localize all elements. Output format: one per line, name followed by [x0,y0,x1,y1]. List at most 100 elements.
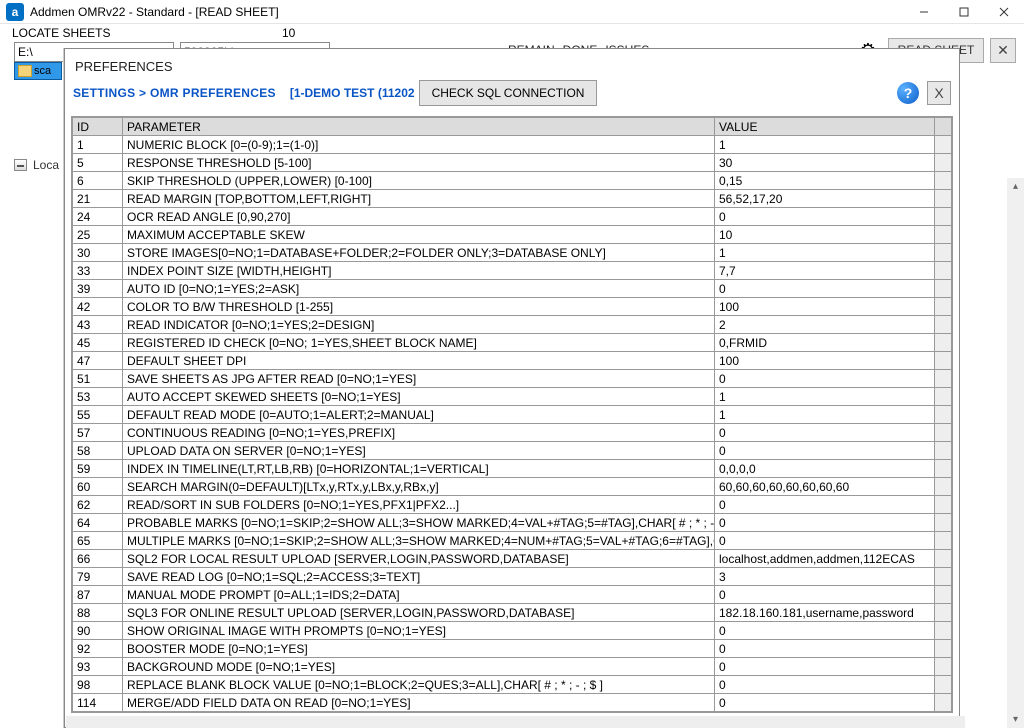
cell-value[interactable]: 1 [715,406,935,424]
maximize-button[interactable] [944,0,984,24]
cell-parameter[interactable]: INDEX POINT SIZE [WIDTH,HEIGHT] [123,262,715,280]
cell-value[interactable]: 56,52,17,20 [715,190,935,208]
cell-value[interactable]: 0,FRMID [715,334,935,352]
cell-parameter[interactable]: DEFAULT READ MODE [0=AUTO;1=ALERT;2=MANU… [123,406,715,424]
cell-id[interactable]: 5 [73,154,123,172]
table-row[interactable]: 65MULTIPLE MARKS [0=NO;1=SKIP;2=SHOW ALL… [73,532,952,550]
cell-id[interactable]: 66 [73,550,123,568]
table-row[interactable]: 30STORE IMAGES[0=NO;1=DATABASE+FOLDER;2=… [73,244,952,262]
breadcrumb[interactable]: SETTINGS > OMR PREFERENCES [73,86,276,100]
cell-value[interactable]: 0 [715,676,935,694]
cell-id[interactable]: 90 [73,622,123,640]
cell-id[interactable]: 79 [73,568,123,586]
cell-id[interactable]: 98 [73,676,123,694]
table-row[interactable]: 21READ MARGIN [TOP,BOTTOM,LEFT,RIGHT]56,… [73,190,952,208]
close-window-button[interactable] [984,0,1024,24]
table-row[interactable]: 42COLOR TO B/W THRESHOLD [1-255]100 [73,298,952,316]
table-row[interactable]: 55DEFAULT READ MODE [0=AUTO;1=ALERT;2=MA… [73,406,952,424]
cell-value[interactable]: 0 [715,280,935,298]
cell-parameter[interactable]: READ/SORT IN SUB FOLDERS [0=NO;1=YES,PFX… [123,496,715,514]
preferences-close-button[interactable]: X [927,81,951,105]
folder-tree-item[interactable]: sca [14,62,62,80]
cell-id[interactable]: 1 [73,136,123,154]
local-tree-item[interactable]: Loca [14,158,59,172]
cell-parameter[interactable]: DEFAULT SHEET DPI [123,352,715,370]
table-row[interactable]: 90SHOW ORIGINAL IMAGE WITH PROMPTS [0=NO… [73,622,952,640]
cell-parameter[interactable]: SHOW ORIGINAL IMAGE WITH PROMPTS [0=NO;1… [123,622,715,640]
cell-parameter[interactable]: MERGE/ADD FIELD DATA ON READ [0=NO;1=YES… [123,694,715,712]
table-row[interactable]: 5RESPONSE THRESHOLD [5-100]30 [73,154,952,172]
grid-vscrollbar[interactable] [935,118,952,136]
cell-value[interactable]: 1 [715,244,935,262]
cell-id[interactable]: 51 [73,370,123,388]
cell-id[interactable]: 24 [73,208,123,226]
cell-parameter[interactable]: REPLACE BLANK BLOCK VALUE [0=NO;1=BLOCK;… [123,676,715,694]
cell-parameter[interactable]: AUTO ID [0=NO;1=YES;2=ASK] [123,280,715,298]
cell-id[interactable]: 33 [73,262,123,280]
cell-value[interactable]: 0 [715,658,935,676]
cell-id[interactable]: 30 [73,244,123,262]
panel-close-button[interactable]: ✕ [990,38,1016,63]
cell-parameter[interactable]: BOOSTER MODE [0=NO;1=YES] [123,640,715,658]
cell-value[interactable]: 0,0,0,0 [715,460,935,478]
cell-id[interactable]: 93 [73,658,123,676]
cell-value[interactable]: 182.18.160.181,username,password [715,604,935,622]
cell-parameter[interactable]: MAXIMUM ACCEPTABLE SKEW [123,226,715,244]
cell-parameter[interactable]: AUTO ACCEPT SKEWED SHEETS [0=NO;1=YES] [123,388,715,406]
cell-id[interactable]: 64 [73,514,123,532]
cell-parameter[interactable]: MANUAL MODE PROMPT [0=ALL;1=IDS;2=DATA] [123,586,715,604]
table-row[interactable]: 64PROBABLE MARKS [0=NO;1=SKIP;2=SHOW ALL… [73,514,952,532]
cell-id[interactable]: 62 [73,496,123,514]
table-row[interactable]: 114MERGE/ADD FIELD DATA ON READ [0=NO;1=… [73,694,952,712]
cell-value[interactable]: 0 [715,586,935,604]
cell-value[interactable]: 0 [715,640,935,658]
cell-value[interactable]: 3 [715,568,935,586]
cell-value[interactable]: 0 [715,514,935,532]
cell-value[interactable]: 0 [715,208,935,226]
cell-id[interactable]: 39 [73,280,123,298]
cell-id[interactable]: 43 [73,316,123,334]
cell-value[interactable]: 0 [715,622,935,640]
table-row[interactable]: 58UPLOAD DATA ON SERVER [0=NO;1=YES]0 [73,442,952,460]
table-row[interactable]: 6SKIP THRESHOLD (UPPER,LOWER) [0-100]0,1… [73,172,952,190]
col-parameter[interactable]: PARAMETER [123,118,715,136]
table-row[interactable]: 53AUTO ACCEPT SKEWED SHEETS [0=NO;1=YES]… [73,388,952,406]
cell-parameter[interactable]: STORE IMAGES[0=NO;1=DATABASE+FOLDER;2=FO… [123,244,715,262]
cell-value[interactable]: 7,7 [715,262,935,280]
cell-value[interactable]: 0 [715,370,935,388]
cell-id[interactable]: 88 [73,604,123,622]
cell-id[interactable]: 53 [73,388,123,406]
cell-id[interactable]: 60 [73,478,123,496]
cell-id[interactable]: 59 [73,460,123,478]
cell-value[interactable]: 2 [715,316,935,334]
main-vscrollbar[interactable]: ▴ ▾ [1007,178,1024,728]
table-row[interactable]: 66SQL2 FOR LOCAL RESULT UPLOAD [SERVER,L… [73,550,952,568]
table-row[interactable]: 79SAVE READ LOG [0=NO;1=SQL;2=ACCESS;3=T… [73,568,952,586]
cell-parameter[interactable]: SKIP THRESHOLD (UPPER,LOWER) [0-100] [123,172,715,190]
table-row[interactable]: 60SEARCH MARGIN(0=DEFAULT)[LTx,y,RTx,y,L… [73,478,952,496]
table-row[interactable]: 59INDEX IN TIMELINE(LT,RT,LB,RB) [0=HORI… [73,460,952,478]
cell-parameter[interactable]: SAVE SHEETS AS JPG AFTER READ [0=NO;1=YE… [123,370,715,388]
cell-value[interactable]: 30 [715,154,935,172]
cell-id[interactable]: 57 [73,424,123,442]
panel-hscrollbar[interactable] [66,716,965,728]
table-row[interactable]: 88SQL3 FOR ONLINE RESULT UPLOAD [SERVER,… [73,604,952,622]
cell-parameter[interactable]: COLOR TO B/W THRESHOLD [1-255] [123,298,715,316]
table-row[interactable]: 24OCR READ ANGLE [0,90,270]0 [73,208,952,226]
cell-value[interactable]: 0 [715,532,935,550]
cell-id[interactable]: 92 [73,640,123,658]
scroll-down-icon[interactable]: ▾ [1007,711,1024,728]
table-row[interactable]: 98REPLACE BLANK BLOCK VALUE [0=NO;1=BLOC… [73,676,952,694]
cell-parameter[interactable]: CONTINUOUS READING [0=NO;1=YES,PREFIX] [123,424,715,442]
cell-id[interactable]: 25 [73,226,123,244]
cell-value[interactable]: 0 [715,424,935,442]
cell-id[interactable]: 21 [73,190,123,208]
col-value[interactable]: VALUE [715,118,935,136]
cell-id[interactable]: 45 [73,334,123,352]
cell-parameter[interactable]: BACKGROUND MODE [0=NO;1=YES] [123,658,715,676]
cell-parameter[interactable]: SEARCH MARGIN(0=DEFAULT)[LTx,y,RTx,y,LBx… [123,478,715,496]
table-row[interactable]: 45REGISTERED ID CHECK [0=NO; 1=YES,SHEET… [73,334,952,352]
table-row[interactable]: 47DEFAULT SHEET DPI100 [73,352,952,370]
cell-parameter[interactable]: UPLOAD DATA ON SERVER [0=NO;1=YES] [123,442,715,460]
cell-id[interactable]: 58 [73,442,123,460]
